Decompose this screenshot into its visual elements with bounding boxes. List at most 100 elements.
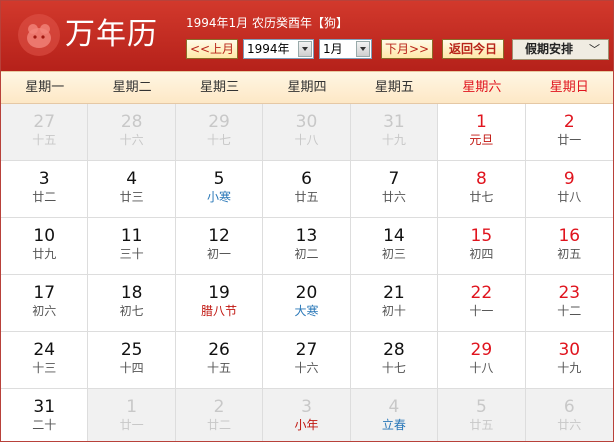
weekday-header-row: 星期一 星期二 星期三 星期四 星期五 星期六 星期日 — [1, 71, 613, 104]
lunar-date: 元旦 — [469, 133, 494, 147]
lunar-date: 廿八 — [557, 190, 582, 204]
day-cell[interactable]: 4 廿三 — [88, 161, 176, 218]
day-cell[interactable]: 6 廿六 — [525, 389, 613, 441]
weekday-label: 星期一 — [25, 80, 65, 95]
day-cell[interactable]: 6 廿五 — [263, 161, 351, 218]
lunar-date: 廿七 — [469, 190, 494, 204]
day-cell[interactable]: 25 十四 — [88, 332, 176, 389]
day-cell[interactable]: 22 十一 — [438, 275, 526, 332]
day-number: 3 — [301, 397, 312, 417]
lunar-date: 十九 — [381, 133, 406, 147]
day-cell[interactable]: 28 十七 — [350, 332, 439, 389]
day-cell[interactable]: 8 廿七 — [438, 161, 526, 218]
day-cell[interactable]: 1 廿一 — [88, 389, 176, 441]
day-cell[interactable]: 11 三十 — [88, 218, 176, 275]
day-number: 27 — [295, 340, 318, 360]
day-number: 25 — [120, 340, 143, 360]
day-number: 26 — [208, 340, 230, 360]
day-cell[interactable]: 2 廿二 — [175, 389, 264, 441]
day-number: 3 — [38, 169, 50, 189]
day-number: 2 — [563, 112, 575, 132]
day-cell[interactable]: 19 腊八节 — [175, 275, 264, 332]
day-number: 4 — [388, 397, 400, 417]
day-cell[interactable]: 16 初五 — [525, 218, 613, 275]
day-cell[interactable]: 7 廿六 — [350, 161, 439, 218]
lunar-date: 廿五 — [294, 190, 319, 204]
prev-month-button[interactable]: <<上月 — [186, 39, 238, 59]
day-cell[interactable]: 17 初六 — [1, 275, 89, 332]
holiday-schedule-dropdown[interactable]: 假期安排 ﹀ — [512, 39, 609, 60]
back-to-today-button[interactable]: 返回今日 — [442, 39, 504, 59]
lunar-date: 廿二 — [32, 190, 57, 204]
dropdown-arrow-icon — [298, 41, 312, 57]
day-number: 10 — [33, 226, 56, 246]
lunar-date: 小寒 — [207, 190, 232, 204]
day-cell[interactable]: 28 十六 — [88, 104, 176, 161]
lunar-date: 初二 — [294, 247, 319, 261]
day-cell[interactable]: 2 廿一 — [525, 104, 613, 161]
weekday-label: 星期日 — [549, 80, 589, 95]
day-cell[interactable]: 3 廿二 — [1, 161, 89, 218]
lunar-date: 二十 — [32, 418, 57, 432]
day-number: 31 — [383, 112, 405, 132]
app-title: 万年历 — [65, 17, 158, 52]
day-cell[interactable]: 1 元旦 — [438, 104, 526, 161]
day-cell[interactable]: 23 十二 — [525, 275, 613, 332]
day-number: 14 — [383, 226, 405, 246]
lunar-date: 十一 — [469, 304, 494, 318]
day-number: 28 — [120, 112, 143, 132]
weekday-label: 星期四 — [287, 80, 327, 95]
day-cell[interactable]: 14 初三 — [350, 218, 439, 275]
lunar-date: 十六 — [294, 361, 319, 375]
day-cell[interactable]: 15 初四 — [438, 218, 526, 275]
day-cell[interactable]: 27 十五 — [1, 104, 89, 161]
lunar-date: 廿三 — [119, 190, 144, 204]
day-cell[interactable]: 9 廿八 — [525, 161, 613, 218]
lunar-date: 廿五 — [469, 418, 494, 432]
day-number: 27 — [33, 112, 56, 132]
year-select[interactable]: 1994年 — [243, 39, 314, 59]
day-cell[interactable]: 21 初十 — [350, 275, 439, 332]
day-number: 1 — [475, 112, 487, 132]
day-cell[interactable]: 31 二十 — [1, 389, 89, 441]
day-number: 16 — [558, 226, 581, 246]
day-number: 17 — [33, 283, 56, 303]
day-cell[interactable]: 13 初二 — [263, 218, 351, 275]
day-cell[interactable]: 29 十八 — [438, 332, 526, 389]
lunar-date: 立春 — [381, 418, 406, 432]
day-cell[interactable]: 5 小寒 — [175, 161, 264, 218]
next-month-button[interactable]: 下月>> — [381, 39, 433, 59]
day-cell[interactable]: 3 小年 — [263, 389, 351, 441]
day-number: 31 — [33, 397, 56, 417]
day-number: 9 — [563, 169, 575, 189]
day-cell[interactable]: 20 大寒 — [263, 275, 351, 332]
lunar-year-info: 1994年1月 农历癸酉年【狗】 — [186, 16, 348, 30]
weekday-label: 星期三 — [200, 80, 240, 95]
day-number: 5 — [213, 169, 225, 189]
day-number: 21 — [383, 283, 405, 303]
day-cell[interactable]: 29 十七 — [175, 104, 264, 161]
lunar-date: 初五 — [557, 247, 582, 261]
day-cell[interactable]: 26 十五 — [175, 332, 264, 389]
day-number: 2 — [213, 397, 225, 417]
day-cell[interactable]: 30 十九 — [525, 332, 613, 389]
lunar-date: 廿九 — [32, 247, 57, 261]
lunar-date: 十五 — [207, 361, 232, 375]
day-cell[interactable]: 27 十六 — [263, 332, 351, 389]
day-cell[interactable]: 12 初一 — [175, 218, 264, 275]
lunar-date: 廿六 — [381, 190, 406, 204]
lunar-date: 十九 — [557, 361, 582, 375]
day-cell[interactable]: 30 十八 — [263, 104, 351, 161]
day-cell[interactable]: 24 十三 — [1, 332, 89, 389]
day-cell[interactable]: 5 廿五 — [438, 389, 526, 441]
day-cell[interactable]: 18 初七 — [88, 275, 176, 332]
day-cell[interactable]: 10 廿九 — [1, 218, 89, 275]
day-cell[interactable]: 31 十九 — [350, 104, 439, 161]
day-number: 15 — [470, 226, 493, 246]
month-select[interactable]: 1月 — [319, 39, 372, 59]
day-number: 11 — [120, 226, 143, 246]
lunar-date: 十三 — [32, 361, 57, 375]
weekday-label: 星期六 — [462, 80, 502, 95]
day-number: 18 — [120, 283, 143, 303]
day-cell[interactable]: 4 立春 — [350, 389, 439, 441]
